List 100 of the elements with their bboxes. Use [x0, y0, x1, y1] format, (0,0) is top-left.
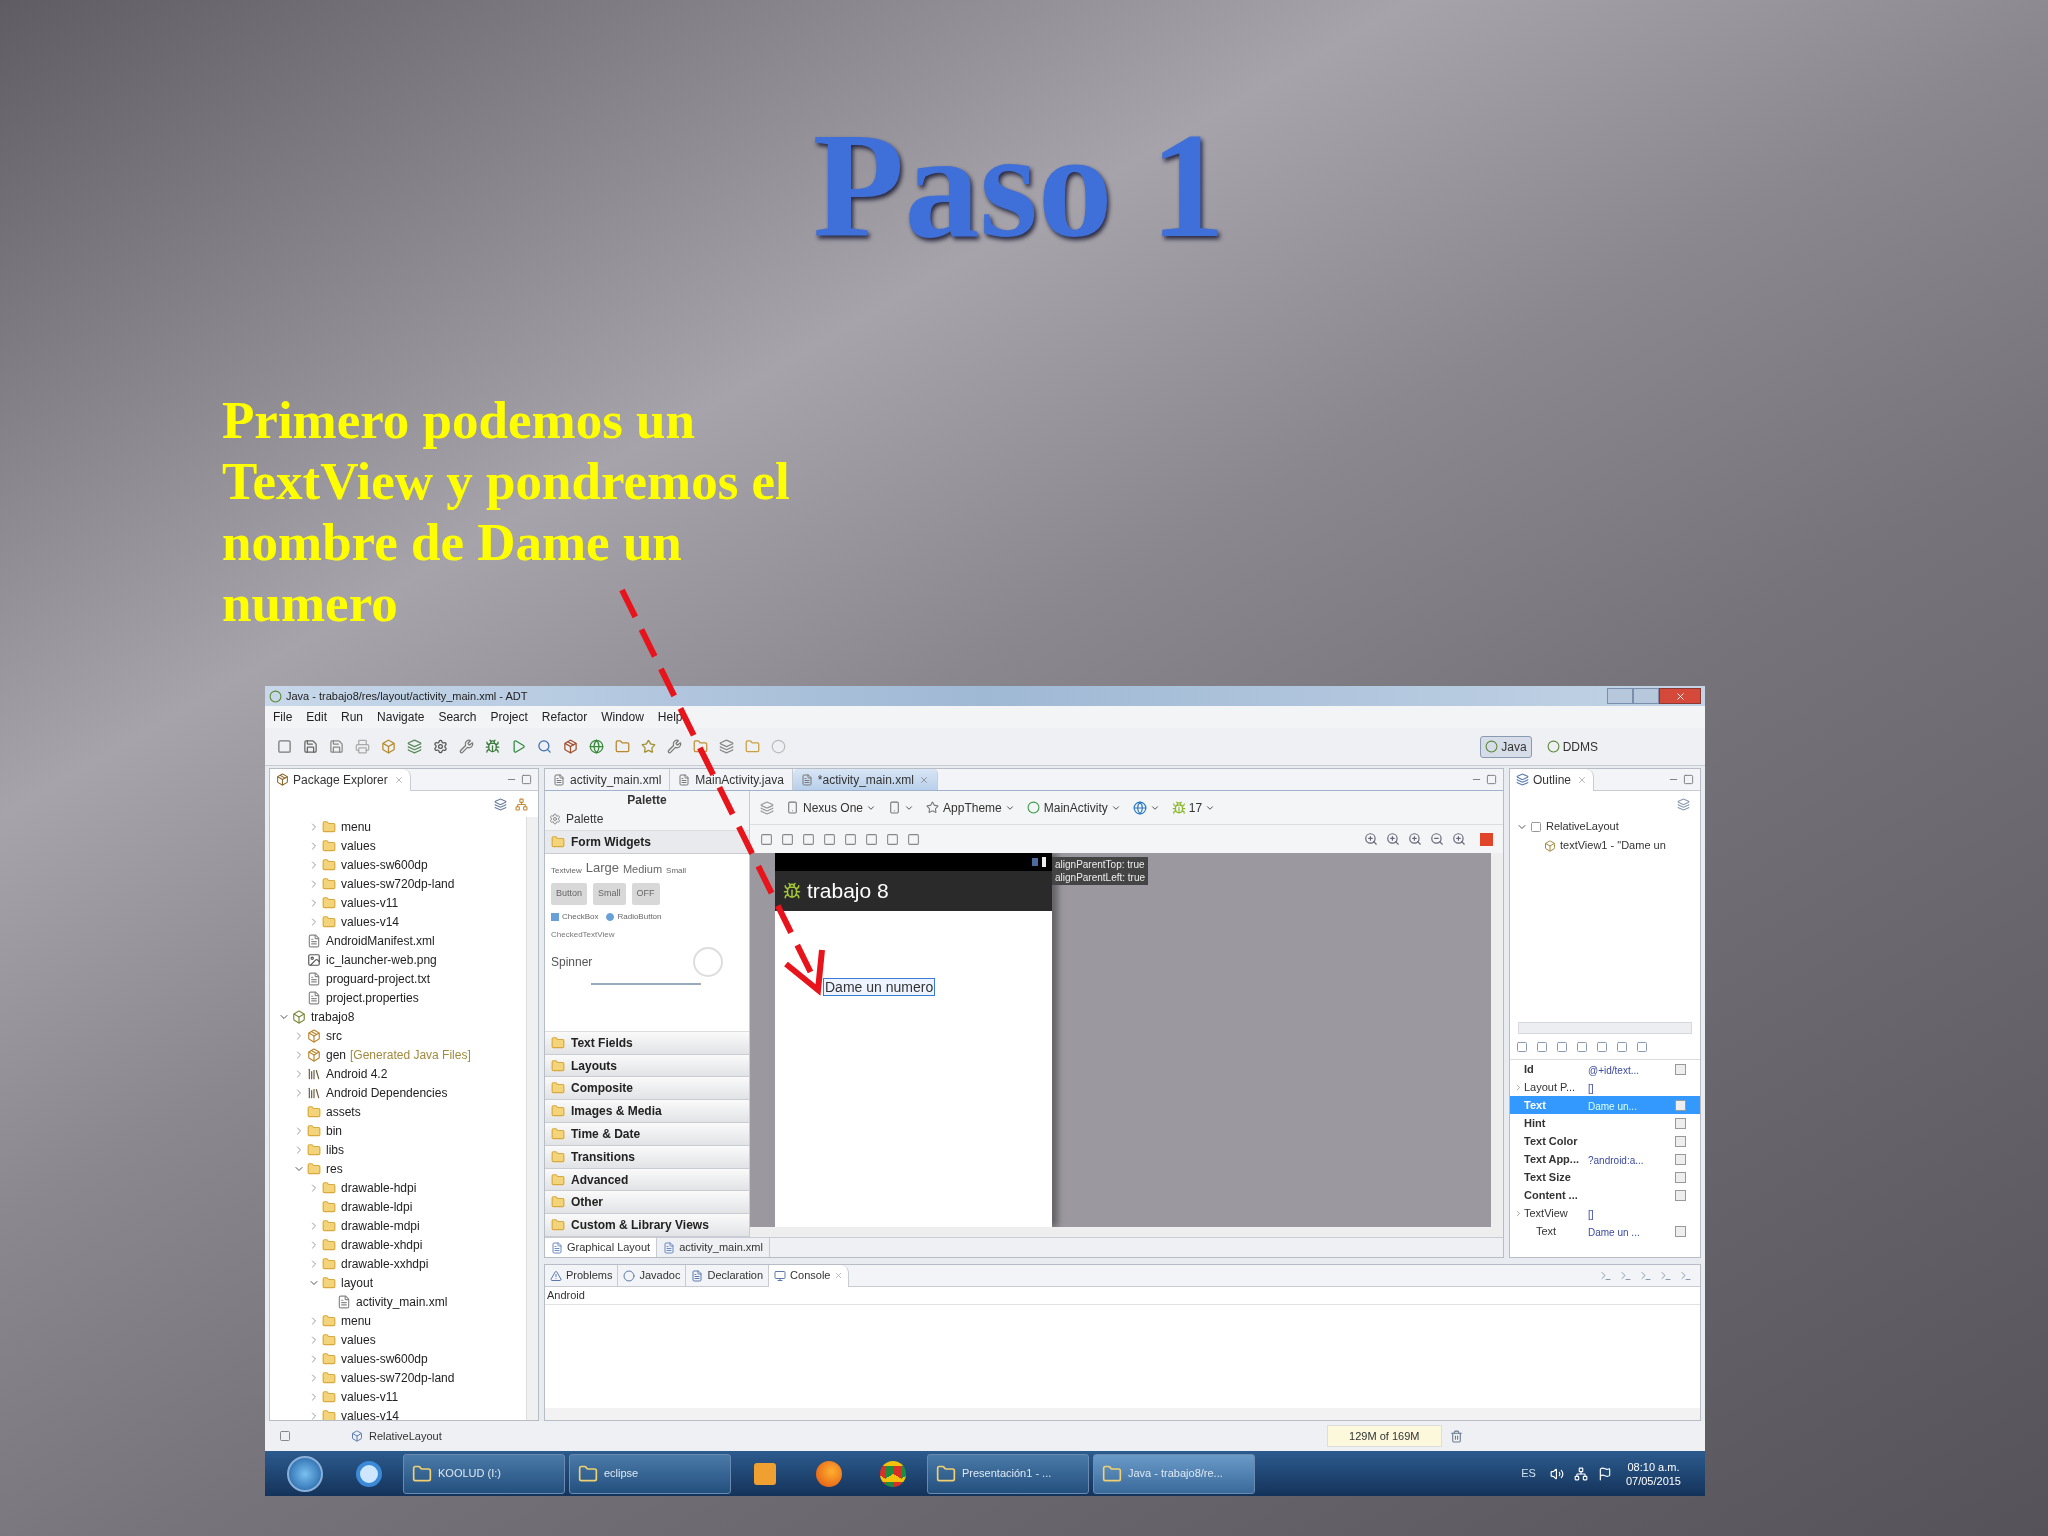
volume-icon[interactable]: [1549, 1466, 1564, 1481]
tree-item[interactable]: drawable-mdpi: [341, 1216, 420, 1235]
folder-icon[interactable]: [745, 739, 760, 754]
taskbar-task[interactable]: eclipse: [569, 1453, 731, 1494]
play-icon[interactable]: [511, 739, 526, 754]
widget-sample-button[interactable]: OFF: [631, 883, 660, 905]
minimize-button[interactable]: [1607, 688, 1633, 704]
tree-item[interactable]: proguard-project.txt: [326, 969, 431, 988]
folder-icon[interactable]: [693, 739, 708, 754]
palette-group-header[interactable]: Transitions: [545, 1145, 749, 1169]
tree-item[interactable]: layout: [341, 1273, 374, 1292]
tree-item[interactable]: values: [341, 1330, 376, 1349]
tree-item[interactable]: values-v11: [341, 893, 399, 912]
more-button[interactable]: [1675, 1117, 1686, 1129]
tree-item[interactable]: project.properties: [326, 988, 419, 1007]
menubar-entry[interactable]: Refactor: [541, 708, 588, 726]
property-tool-icon[interactable]: [1576, 1040, 1588, 1053]
scrollbar[interactable]: [526, 817, 538, 1420]
maximize-icon[interactable]: [1683, 774, 1694, 785]
language-indicator[interactable]: ES: [1521, 1465, 1536, 1482]
folder-icon[interactable]: [615, 739, 630, 754]
bug-icon[interactable]: [485, 739, 500, 754]
search-icon[interactable]: [537, 739, 552, 754]
editor-tab[interactable]: MainActivity.java: [670, 769, 793, 790]
collapse-all-icon[interactable]: [1677, 797, 1690, 811]
orientation-dropdown[interactable]: [888, 801, 915, 814]
save-icon[interactable]: [303, 739, 318, 754]
maximize-icon[interactable]: [521, 774, 532, 785]
more-button[interactable]: [1675, 1099, 1686, 1111]
widget-sample-text[interactable]: Medium: [622, 860, 663, 878]
more-button[interactable]: [1675, 1189, 1686, 1201]
property-tool-icon[interactable]: [1536, 1040, 1548, 1053]
tree-item[interactable]: values-sw720dp-land: [341, 1368, 455, 1387]
property-tool-icon[interactable]: [1596, 1040, 1608, 1053]
tree-item[interactable]: Android 4.2: [326, 1064, 388, 1083]
menubar-entry[interactable]: Navigate: [377, 708, 425, 726]
layout-tool-icon[interactable]: [865, 832, 878, 846]
tree-item[interactable]: values-v14: [341, 912, 400, 931]
clock[interactable]: 08:10 a.m. 07/05/2015: [1625, 1459, 1681, 1488]
error-icon[interactable]: [1480, 832, 1493, 846]
layout-tool-icon[interactable]: [844, 832, 857, 846]
console-tool-icon[interactable]: [1620, 1269, 1632, 1282]
close-button[interactable]: [1659, 688, 1701, 704]
checkbox[interactable]: [551, 912, 559, 921]
media-player-icon[interactable]: [754, 1462, 776, 1485]
browser-icon[interactable]: [880, 1460, 906, 1487]
taskbar-task[interactable]: Presentación1 - ...: [927, 1453, 1089, 1494]
memory-indicator[interactable]: 129M of 169M: [1326, 1425, 1442, 1447]
layout-tool-icon[interactable]: [907, 832, 920, 846]
console-tool-icon[interactable]: [1660, 1269, 1672, 1282]
tree-item[interactable]: drawable-ldpi: [341, 1197, 413, 1216]
settings-icon[interactable]: [433, 739, 448, 754]
tree-item[interactable]: menu: [341, 1311, 372, 1330]
outline-item[interactable]: textView1 - "Dame un: [1560, 837, 1666, 854]
tree-item[interactable]: drawable-xhdpi: [341, 1235, 423, 1254]
maximize-icon[interactable]: [1486, 774, 1497, 785]
close-icon[interactable]: [393, 774, 404, 785]
tree-item[interactable]: libs: [326, 1140, 344, 1159]
editor-tab[interactable]: activity_main.xml: [545, 769, 671, 790]
menubar-entry[interactable]: Edit: [306, 708, 328, 726]
text-view[interactable]: Dame un numero: [823, 978, 936, 996]
device-dropdown[interactable]: Nexus One: [786, 798, 877, 817]
widget-sample-text[interactable]: Large: [585, 857, 619, 878]
layout-tool-icon[interactable]: [760, 832, 773, 846]
package-icon[interactable]: [563, 739, 578, 754]
radio-button[interactable]: [606, 912, 615, 921]
tree-item[interactable]: values-sw720dp-land: [341, 874, 455, 893]
palette-group-header[interactable]: Custom & Library Views: [545, 1214, 749, 1237]
scrollbar[interactable]: [1491, 853, 1503, 1227]
tree-item[interactable]: values: [341, 836, 376, 855]
widget-sample-text[interactable]: Small: [666, 865, 687, 878]
console-tool-icon[interactable]: [1640, 1269, 1652, 1282]
tree-item[interactable]: ic_launcher-web.png: [326, 950, 437, 969]
close-icon[interactable]: [1577, 774, 1588, 785]
seek-bar-sample[interactable]: [591, 982, 701, 985]
flag-icon[interactable]: [1597, 1466, 1612, 1481]
palette-group-header[interactable]: Other: [545, 1191, 749, 1215]
editor-page-tab[interactable]: activity_main.xml: [657, 1238, 770, 1257]
box-icon[interactable]: [381, 739, 396, 754]
perspective-button[interactable]: DDMS: [1542, 735, 1602, 758]
tree-item[interactable]: assets: [326, 1102, 361, 1121]
activity-dropdown[interactable]: MainActivity: [1026, 798, 1121, 817]
menubar-entry[interactable]: Project: [490, 708, 528, 726]
network-icon[interactable]: [1573, 1466, 1588, 1481]
more-button[interactable]: [1675, 1225, 1686, 1237]
star-icon[interactable]: [641, 739, 656, 754]
layout-tool-icon[interactable]: [886, 832, 899, 846]
scrollbar[interactable]: [545, 1408, 1700, 1420]
scrollbar[interactable]: [1518, 1022, 1692, 1034]
close-icon[interactable]: [918, 774, 929, 785]
perspective-button[interactable]: Java: [1480, 735, 1532, 758]
property-tool-icon[interactable]: [1616, 1040, 1628, 1053]
browser-icon[interactable]: [356, 1460, 382, 1487]
more-button[interactable]: [1675, 1171, 1686, 1183]
zoom-out-icon[interactable]: [1430, 832, 1444, 846]
tree-item[interactable]: res: [326, 1159, 343, 1178]
layers-icon[interactable]: [407, 739, 422, 754]
tree-item[interactable]: values-sw600dp: [341, 855, 428, 874]
view-tab[interactable]: Console: [769, 1264, 850, 1287]
save-icon[interactable]: [329, 739, 344, 754]
